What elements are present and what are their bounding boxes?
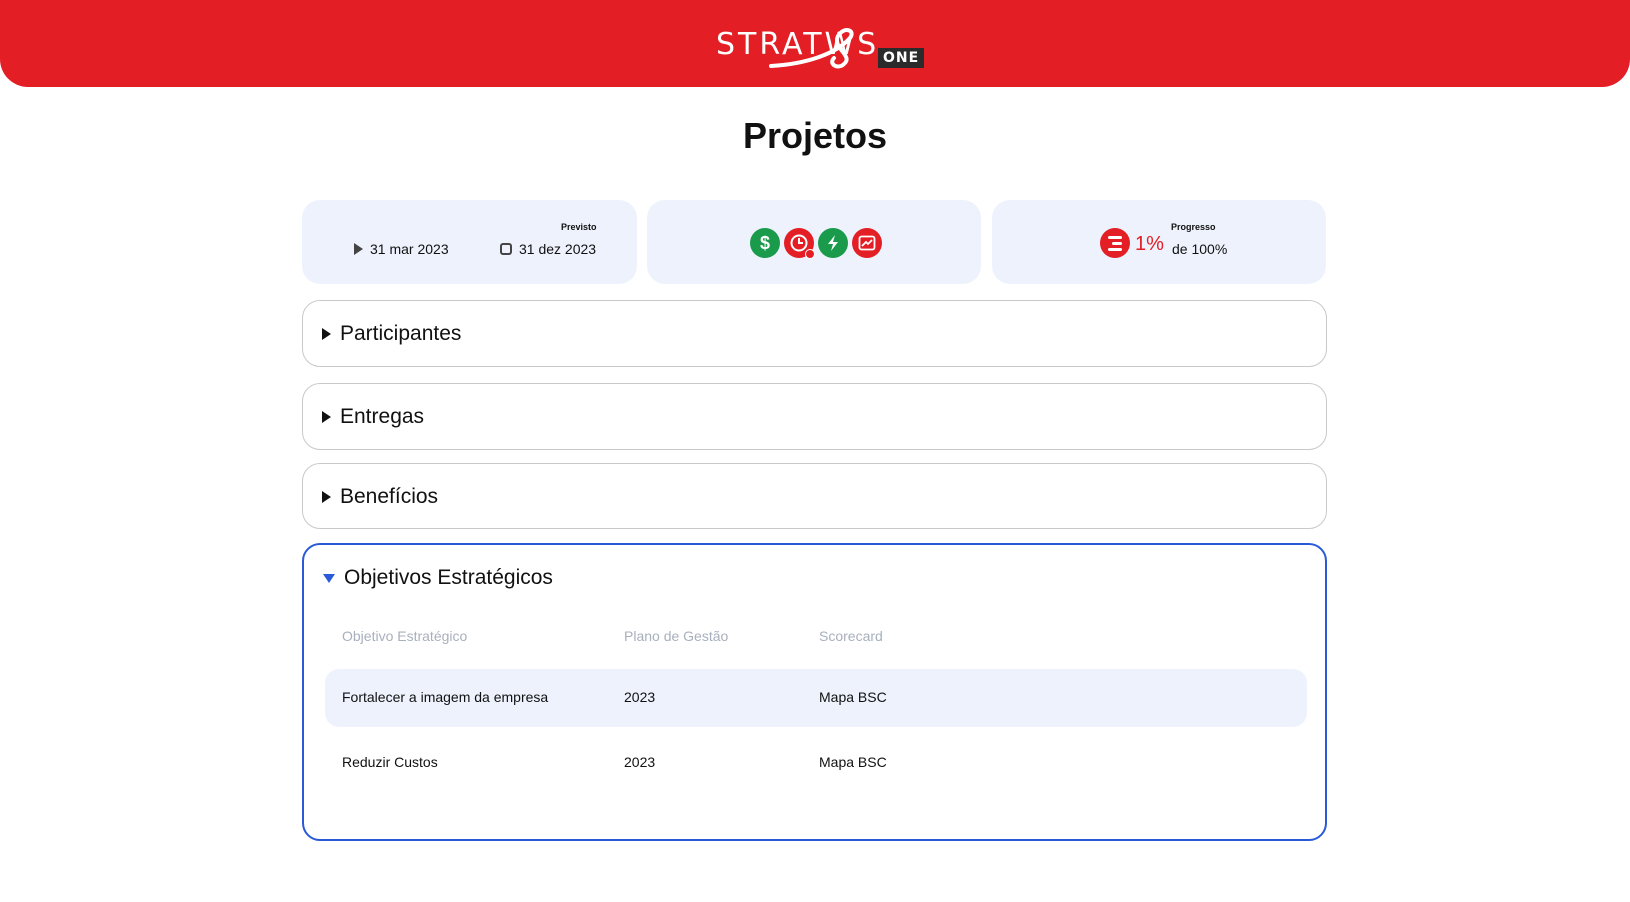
logo-badge-one: ONE [878,48,925,68]
logo-swoosh-icon [769,28,854,69]
previsto-label: Previsto [561,222,597,232]
cell-scorecard: Mapa BSC [819,754,887,770]
accordion-participantes[interactable]: Participantes [302,300,1327,367]
cell-objetivo: Reduzir Custos [342,754,438,770]
page-title: Projetos [742,115,888,156]
progress-of-total: de 100% [1172,241,1228,257]
lightning-icon[interactable] [818,228,848,258]
table-row[interactable]: Fortalecer a imagem da empresa 2023 Mapa… [325,669,1307,727]
dollar-icon[interactable]: $ [750,228,780,258]
column-header-plano: Plano de Gestão [624,628,729,644]
progress-label: Progresso [1171,222,1216,232]
column-header-scorecard: Scorecard [819,628,883,644]
accordion-beneficios-title: Benefícios [340,485,439,508]
status-icons-group: $ [750,228,882,259]
end-date-value: 31 dez 2023 [519,241,597,257]
accordion-beneficios[interactable]: Benefícios [302,463,1327,529]
accordion-objetivos-title: Objetivos Estratégicos [344,566,553,589]
accordion-beneficios-header[interactable]: Benefícios [322,485,438,509]
progress-value: 1% [1135,233,1164,255]
play-icon [354,243,363,255]
start-date: 31 mar 2023 [354,241,449,257]
end-date: 31 dez 2023 [500,241,596,257]
progress-icon [1100,228,1130,258]
expand-arrow-icon [322,491,331,503]
cell-plano: 2023 [624,689,656,705]
accordion-entregas[interactable]: Entregas [302,383,1327,450]
expand-arrow-icon [322,411,331,423]
accordion-participantes-title: Participantes [340,322,462,345]
cell-scorecard: Mapa BSC [819,689,887,705]
expand-arrow-icon [322,328,331,340]
accordion-entregas-title: Entregas [340,405,425,428]
accordion-participantes-header[interactable]: Participantes [322,322,461,346]
stratws-logo[interactable]: STRATWS ONE [716,18,925,74]
accordion-objetivos-estrategicos: Objetivos Estratégicos Objetivo Estratég… [302,543,1327,841]
dates-card: Previsto 31 mar 2023 31 dez 2023 [302,200,637,284]
cell-plano: 2023 [624,754,656,770]
trend-chart-icon[interactable] [852,228,882,258]
accordion-objetivos-header[interactable]: Objetivos Estratégicos [323,566,553,590]
column-header-objetivo: Objetivo Estratégico [342,628,468,644]
top-header-bar: STRATWS ONE [0,0,1630,87]
accordion-entregas-header[interactable]: Entregas [322,405,424,429]
collapse-arrow-icon [323,573,335,583]
cell-objetivo: Fortalecer a imagem da empresa [342,689,549,705]
status-card: $ [647,200,981,284]
progress-card: Progresso 1% de 100% [992,200,1326,284]
stop-icon [500,243,512,255]
start-date-value: 31 mar 2023 [370,241,449,257]
clock-icon[interactable] [784,228,815,259]
table-row[interactable]: Reduzir Custos 2023 Mapa BSC [325,734,1307,792]
